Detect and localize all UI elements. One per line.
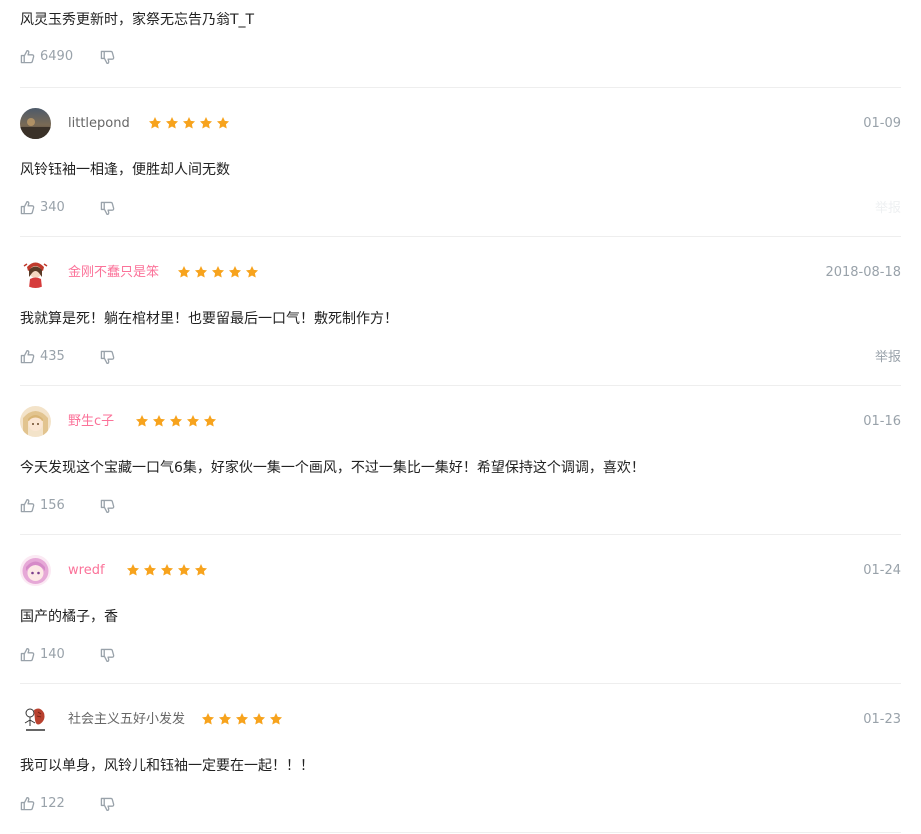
thumb-down-icon[interactable] — [100, 201, 115, 220]
star-icon — [152, 415, 166, 427]
star-icon — [186, 415, 200, 427]
star-icon — [177, 564, 191, 576]
like-count: 122 — [40, 796, 65, 811]
star-icon — [143, 564, 157, 576]
star-icon — [252, 713, 266, 725]
star-icon — [203, 415, 217, 427]
like-count: 340 — [40, 200, 65, 215]
star-icon — [148, 117, 162, 129]
star-icon — [135, 415, 149, 427]
star-rating — [177, 265, 259, 281]
star-icon — [177, 266, 191, 278]
thumb-up-icon[interactable] — [20, 200, 35, 219]
avatar[interactable] — [20, 406, 51, 437]
star-icon — [194, 564, 208, 576]
review-header: 社会主义五好小发发 01-23 — [20, 704, 901, 736]
star-icon — [169, 415, 183, 427]
avatar[interactable] — [20, 555, 51, 586]
star-icon — [245, 266, 259, 278]
review-date: 2018-08-18 — [825, 265, 901, 280]
like-count: 6490 — [40, 49, 74, 64]
like-count: 140 — [40, 647, 65, 662]
star-icon — [199, 117, 213, 129]
star-icon — [194, 266, 208, 278]
review-date: 01-23 — [863, 712, 901, 727]
review-item: 金刚不蠢只是笨 2018-08-18 我就算是死！躺在棺材里！也要留最后一口气！… — [20, 237, 901, 386]
star-icon — [201, 713, 215, 725]
review-actions: 122 — [20, 796, 901, 812]
report-button[interactable]: 举报 — [875, 201, 901, 217]
like-count: 156 — [40, 498, 65, 513]
review-header: littlepond 01-09 — [20, 108, 901, 140]
review-content: 风铃钰袖一相逢，便胜却人间无数 — [20, 162, 230, 178]
thumb-down-icon[interactable] — [100, 648, 115, 667]
report-button[interactable]: 举报 — [875, 350, 901, 366]
review-actions: 340 举报 — [20, 200, 901, 216]
thumb-down-icon[interactable] — [100, 50, 115, 69]
username[interactable]: littlepond — [68, 116, 130, 132]
like-count: 435 — [40, 349, 65, 364]
thumb-down-icon[interactable] — [100, 499, 115, 518]
star-icon — [228, 266, 242, 278]
thumb-up-icon[interactable] — [20, 647, 35, 666]
avatar[interactable] — [20, 108, 51, 139]
thumb-down-icon[interactable] — [100, 350, 115, 369]
star-rating — [201, 712, 283, 728]
review-list: 风灵玉秀更新时，家祭无忘告乃翁T_T 6490 littlepond 01-09… — [20, 0, 901, 833]
review-header: 金刚不蠢只是笨 2018-08-18 — [20, 257, 901, 289]
star-icon — [235, 713, 249, 725]
review-actions: 140 — [20, 647, 901, 663]
review-content: 今天发现这个宝藏一口气6集，好家伙一集一个画风，不过一集比一集好！希望保持这个调… — [20, 460, 645, 476]
star-icon — [211, 266, 225, 278]
thumb-up-icon[interactable] — [20, 796, 35, 815]
review-actions: 156 — [20, 498, 901, 514]
review-actions: 435 举报 — [20, 349, 901, 365]
avatar[interactable] — [20, 257, 51, 288]
username[interactable]: 金刚不蠢只是笨 — [68, 265, 159, 281]
review-date: 01-24 — [863, 563, 901, 578]
review-content: 我可以单身，风铃儿和钰袖一定要在一起！！！ — [20, 758, 314, 774]
review-content: 风灵玉秀更新时，家祭无忘告乃翁T_T — [20, 12, 255, 28]
review-header: 野生c子 01-16 — [20, 406, 901, 438]
avatar[interactable] — [20, 704, 51, 735]
review-date: 01-09 — [863, 116, 901, 131]
star-rating — [126, 563, 208, 579]
thumb-up-icon[interactable] — [20, 498, 35, 517]
star-icon — [126, 564, 140, 576]
review-header: wredf 01-24 — [20, 555, 901, 587]
username[interactable]: 野生c子 — [68, 414, 114, 430]
review-date: 01-16 — [863, 414, 901, 429]
thumb-down-icon[interactable] — [100, 797, 115, 816]
thumb-up-icon[interactable] — [20, 349, 35, 368]
review-item: 风灵玉秀更新时，家祭无忘告乃翁T_T 6490 — [20, 0, 901, 88]
star-icon — [160, 564, 174, 576]
review-item: 野生c子 01-16 今天发现这个宝藏一口气6集，好家伙一集一个画风，不过一集比… — [20, 386, 901, 535]
review-item: wredf 01-24 国产的橘子，香 140 — [20, 535, 901, 684]
review-content: 国产的橘子，香 — [20, 609, 118, 625]
thumb-up-icon[interactable] — [20, 49, 35, 68]
star-icon — [218, 713, 232, 725]
review-item: littlepond 01-09 风铃钰袖一相逢，便胜却人间无数 340 举报 — [20, 88, 901, 237]
star-icon — [269, 713, 283, 725]
star-rating — [135, 414, 217, 430]
review-content: 我就算是死！躺在棺材里！也要留最后一口气！敷死制作方！ — [20, 311, 398, 327]
star-icon — [165, 117, 179, 129]
star-icon — [216, 117, 230, 129]
review-item: 社会主义五好小发发 01-23 我可以单身，风铃儿和钰袖一定要在一起！！！ 12… — [20, 684, 901, 833]
review-actions: 6490 — [20, 49, 901, 65]
star-icon — [182, 117, 196, 129]
star-rating — [148, 116, 230, 132]
username[interactable]: wredf — [68, 563, 105, 579]
username[interactable]: 社会主义五好小发发 — [68, 712, 185, 728]
